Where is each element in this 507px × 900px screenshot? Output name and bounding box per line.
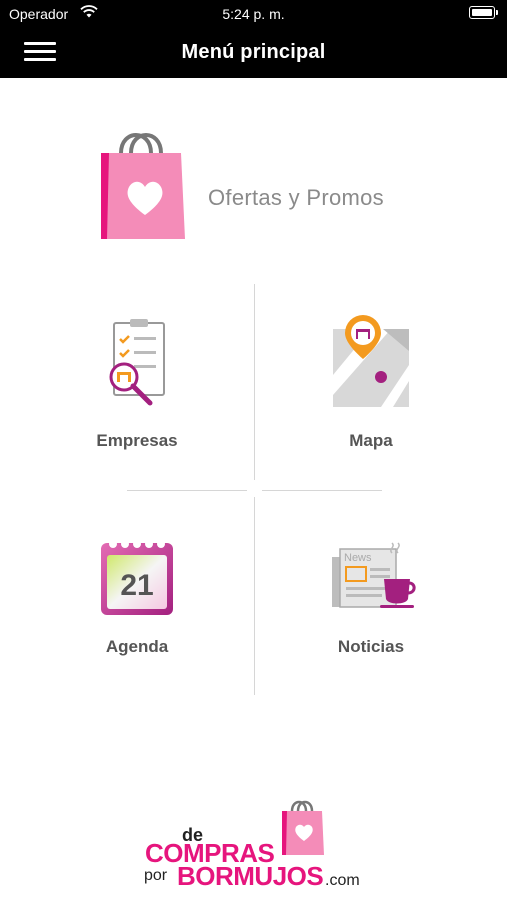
promo-label: Ofertas y Promos <box>208 185 384 210</box>
grid-divider <box>254 497 255 695</box>
page-title: Menú principal <box>181 41 326 63</box>
tile-label: Noticias <box>337 637 405 656</box>
tile-label: Empresas <box>96 431 178 450</box>
grid-divider <box>254 284 255 480</box>
logo-text-por: por <box>144 867 168 884</box>
grid-divider <box>262 490 382 491</box>
tile-label: Agenda <box>105 637 169 656</box>
calendar-day: 21 <box>120 569 153 602</box>
status-bar: Operador 5:24 p. m. <box>0 0 507 28</box>
newspaper-text: News <box>344 552 372 564</box>
map-pin-icon <box>333 315 409 407</box>
empresas-tile[interactable]: Empresas <box>42 315 232 485</box>
agenda-tile[interactable]: 21 Agenda <box>42 535 232 705</box>
nav-bar: Menú principal <box>0 28 507 78</box>
newspaper-coffee-icon: News <box>332 542 416 608</box>
mapa-tile[interactable]: Mapa <box>276 315 466 485</box>
calendar-icon: 21 <box>101 540 173 615</box>
logo-text-com: .com <box>325 872 360 889</box>
footer-logo: de COMPRAS por BORMUJOS .com <box>140 795 380 895</box>
grid-divider <box>127 490 247 491</box>
shopping-bag-heart-icon <box>282 800 324 855</box>
tile-label: Mapa <box>349 431 393 450</box>
shopping-bag-heart-icon <box>101 133 185 239</box>
battery-icon <box>469 6 498 19</box>
promo-banner-button[interactable]: Ofertas y Promos <box>95 125 425 245</box>
status-time: 5:24 p. m. <box>222 6 285 22</box>
business-checklist-icon <box>109 319 165 406</box>
noticias-tile[interactable]: News Noticias <box>276 535 466 705</box>
logo-text-bormujos: BORMUJOS <box>177 861 324 891</box>
